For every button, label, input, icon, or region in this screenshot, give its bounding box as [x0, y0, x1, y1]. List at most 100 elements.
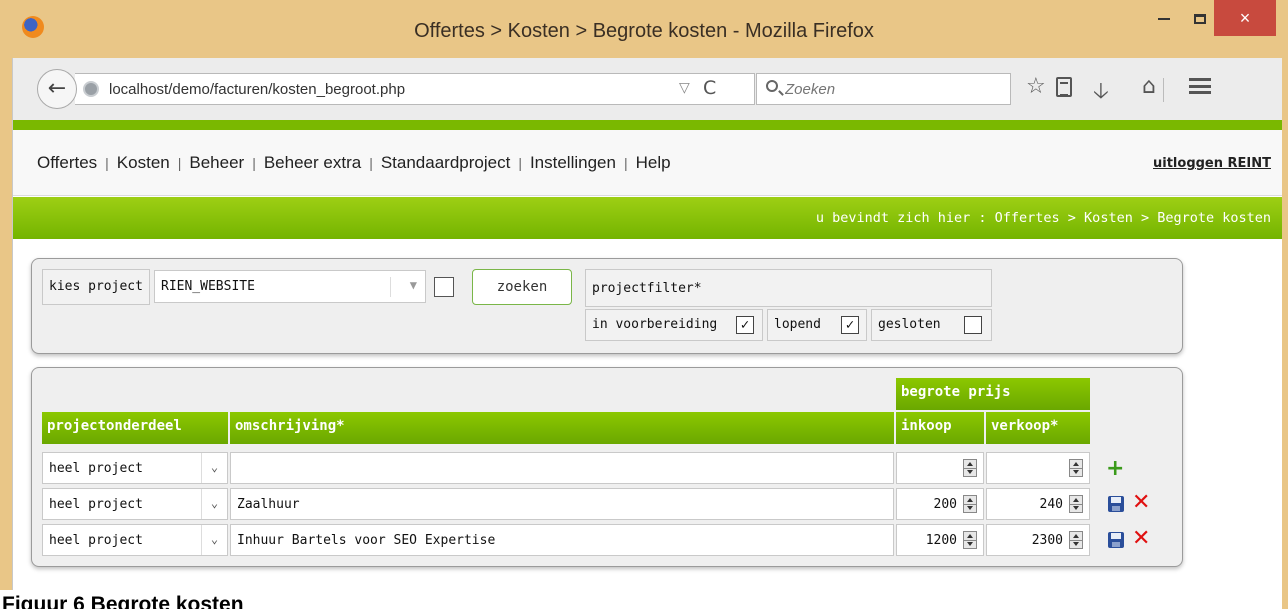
- hamburger-menu-icon[interactable]: [1189, 78, 1211, 94]
- spinner-icon[interactable]: [1069, 495, 1083, 513]
- floppy-disk-icon[interactable]: [1108, 496, 1124, 512]
- menu-separator: |: [105, 155, 109, 171]
- projectonderdeel-select[interactable]: heel project ⌄: [42, 452, 228, 484]
- reading-list-icon[interactable]: [1056, 77, 1072, 97]
- breadcrumb: u bevindt zich hier : Offertes > Kosten …: [815, 210, 1271, 226]
- title-bar: Offertes > Kosten > Begrote kosten - Moz…: [0, 0, 1288, 58]
- chevron-down-icon[interactable]: ⌄: [201, 489, 227, 519]
- project-checkbox[interactable]: [434, 277, 454, 297]
- back-button[interactable]: ←: [37, 69, 77, 109]
- verkoop-input[interactable]: 240: [986, 488, 1090, 520]
- spinner-icon[interactable]: [963, 531, 977, 549]
- project-search-panel: kies project RIEN_WEBSITE ▼ zoeken proje…: [31, 258, 1183, 354]
- inkoop-header: inkoop: [896, 412, 984, 444]
- menu-separator: |: [177, 155, 182, 171]
- omschrijving-input[interactable]: [230, 452, 894, 484]
- inkoop-value: 200: [933, 497, 957, 512]
- inkoop-input[interactable]: 200: [896, 488, 984, 520]
- main-menu: Offertes | Kosten | Beheer | Beheer extra | Stan…: [13, 130, 1282, 196]
- chevron-down-icon[interactable]: ⌄: [201, 453, 227, 483]
- inkoop-input[interactable]: 1200: [896, 524, 984, 556]
- verkoop-input[interactable]: [986, 452, 1090, 484]
- project-select-value: RIEN_WEBSITE: [161, 279, 255, 294]
- verkoop-header: verkoop*: [986, 412, 1090, 444]
- close-button[interactable]: ×: [1214, 0, 1276, 36]
- menu-separator: |: [252, 155, 256, 171]
- filter-label: lopend: [774, 317, 821, 332]
- header-strip: [13, 120, 1282, 130]
- spinner-icon[interactable]: [963, 495, 977, 513]
- download-icon[interactable]: 🡣: [1093, 74, 1109, 112]
- menu-separator: |: [518, 155, 522, 171]
- window-frame-left: [0, 58, 12, 590]
- logout-link[interactable]: uitloggen REINT: [1153, 156, 1271, 171]
- back-arrow-icon: ←: [47, 76, 67, 101]
- table-row: heel project ⌄ +: [42, 452, 1182, 484]
- inkoop-input[interactable]: [896, 452, 984, 484]
- projectfilter-label: projectfilter*: [585, 269, 992, 307]
- menu-item-beheer-extra[interactable]: Beheer extra: [264, 153, 361, 172]
- menu-item-standaardproject[interactable]: Standaardproject: [381, 153, 510, 172]
- begrote-prijs-header: begrote prijs: [896, 378, 1090, 410]
- projectonderdeel-value: heel project: [49, 461, 143, 476]
- caption-text: Figuur 6 Begrote kosten: [2, 593, 244, 609]
- url-history-dropdown-icon[interactable]: ▽: [679, 80, 690, 96]
- menu-item-offertes[interactable]: Offertes: [37, 153, 97, 172]
- projectonderdeel-value: heel project: [49, 533, 143, 548]
- spinner-icon[interactable]: [963, 459, 977, 477]
- url-text[interactable]: localhost/demo/facturen/kosten_begroot.p…: [109, 81, 405, 98]
- minimize-icon: [1158, 18, 1170, 21]
- spinner-icon[interactable]: [1069, 531, 1083, 549]
- site-identity-icon[interactable]: [83, 81, 99, 97]
- menu-separator: |: [623, 155, 628, 171]
- window-frame-right: [1282, 58, 1288, 609]
- projectonderdeel-select[interactable]: heel project ⌄: [42, 488, 228, 520]
- plus-icon[interactable]: +: [1106, 456, 1124, 481]
- filter-in-voorbereiding-checkbox[interactable]: ✓: [736, 316, 754, 334]
- red-x-icon[interactable]: ✕: [1132, 526, 1150, 551]
- verkoop-input[interactable]: 2300: [986, 524, 1090, 556]
- filter-gesloten: gesloten: [871, 309, 992, 341]
- menu-item-kosten[interactable]: Kosten: [117, 153, 170, 172]
- search-input[interactable]: [785, 79, 1005, 99]
- cost-table-panel: begrote prijs projectonderdeel omschrijv…: [31, 367, 1183, 567]
- filter-label: in voorbereiding: [592, 317, 718, 332]
- filter-lopend: lopend ✓: [767, 309, 867, 341]
- filter-in-voorbereiding: in voorbereiding ✓: [585, 309, 763, 341]
- spinner-icon[interactable]: [1069, 459, 1083, 477]
- floppy-disk-icon[interactable]: [1108, 532, 1124, 548]
- verkoop-value: 2300: [1031, 533, 1063, 548]
- bookmark-star-icon[interactable]: ☆: [1026, 74, 1046, 99]
- navigation-toolbar: localhost/demo/facturen/kosten_begroot.p…: [12, 58, 1282, 120]
- red-x-icon[interactable]: ✕: [1132, 490, 1150, 515]
- url-bar[interactable]: localhost/demo/facturen/kosten_begroot.p…: [75, 73, 755, 105]
- breadcrumb-bar: u bevindt zich hier : Offertes > Kosten …: [13, 197, 1282, 239]
- table-row: heel project ⌄ Zaalhuur 200 240 ✕: [42, 488, 1182, 520]
- filter-gesloten-checkbox[interactable]: [964, 316, 982, 334]
- close-icon: ×: [1239, 8, 1251, 28]
- omschrijving-input[interactable]: Inhuur Bartels voor SEO Expertise: [230, 524, 894, 556]
- menu-items: Offertes | Kosten | Beheer | Beheer extra | Stan…: [37, 153, 671, 173]
- menu-item-help[interactable]: Help: [636, 153, 671, 172]
- projectonderdeel-value: heel project: [49, 497, 143, 512]
- search-icon: [766, 80, 778, 92]
- project-select[interactable]: RIEN_WEBSITE ▼: [154, 270, 426, 303]
- search-button[interactable]: zoeken: [472, 269, 572, 305]
- filter-lopend-checkbox[interactable]: ✓: [841, 316, 859, 334]
- reload-icon[interactable]: C: [703, 77, 716, 99]
- menu-item-instellingen[interactable]: Instellingen: [530, 153, 616, 172]
- filter-label: gesloten: [878, 317, 941, 332]
- search-bar[interactable]: [756, 73, 1011, 105]
- table-row: heel project ⌄ Inhuur Bartels voor SEO E…: [42, 524, 1182, 556]
- menu-item-beheer[interactable]: Beheer: [189, 153, 244, 172]
- home-icon[interactable]: ⌂: [1142, 74, 1156, 99]
- select-divider: [390, 277, 391, 297]
- chevron-down-icon[interactable]: ▼: [410, 278, 417, 292]
- browser-window: Offertes > Kosten > Begrote kosten - Moz…: [0, 0, 1288, 609]
- omschrijving-input[interactable]: Zaalhuur: [230, 488, 894, 520]
- chevron-down-icon[interactable]: ⌄: [201, 525, 227, 555]
- maximize-icon: [1194, 14, 1206, 25]
- menu-separator: |: [369, 155, 373, 171]
- projectonderdeel-select[interactable]: heel project ⌄: [42, 524, 228, 556]
- page-content: Offertes | Kosten | Beheer | Beheer extra | Stan…: [12, 120, 1282, 609]
